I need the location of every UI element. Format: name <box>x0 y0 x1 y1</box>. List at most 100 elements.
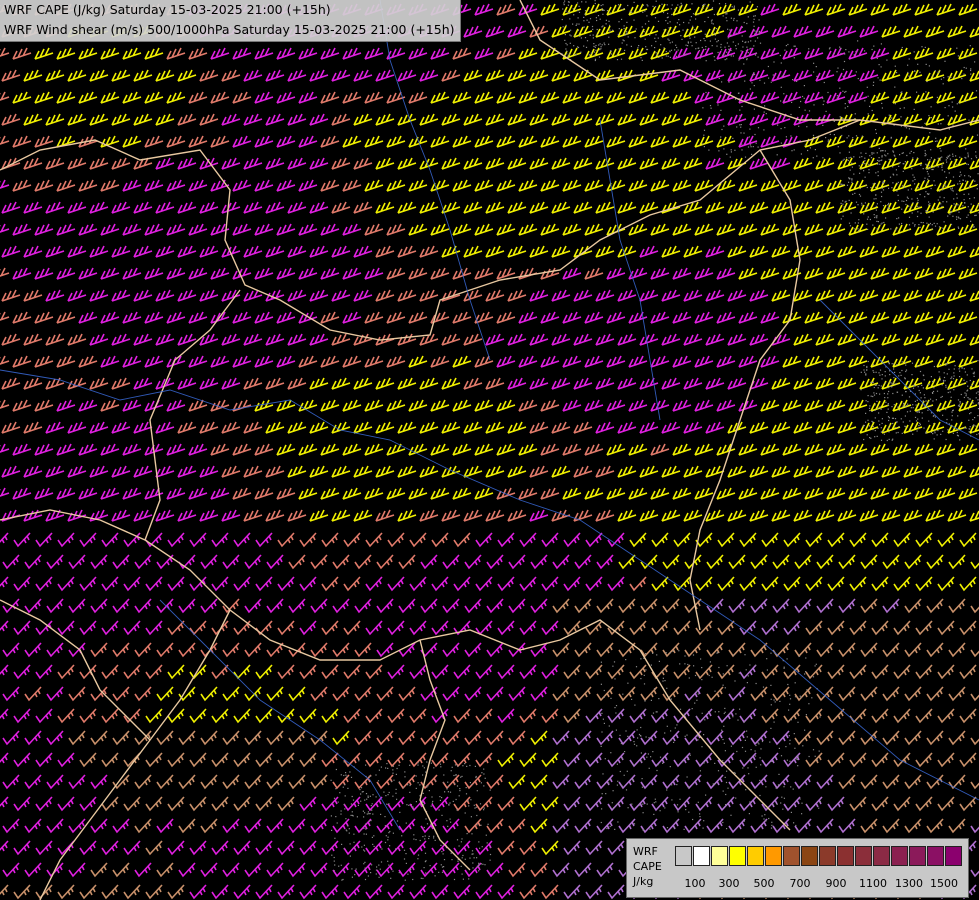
terrain-dot <box>900 116 902 118</box>
wind-barb <box>606 91 626 104</box>
wind-barb <box>100 311 120 324</box>
wind-barb <box>750 730 768 746</box>
wind-barb <box>453 884 471 900</box>
terrain-dot <box>752 21 755 23</box>
wind-barb <box>738 267 758 280</box>
wind-barb <box>276 135 296 148</box>
wind-barb <box>332 554 350 570</box>
wind-barb <box>277 840 295 856</box>
wind-barb <box>79 576 97 592</box>
terrain-dot <box>770 81 772 83</box>
wind-barb <box>320 267 340 280</box>
terrain-dot <box>450 770 452 772</box>
terrain-dot <box>666 827 669 829</box>
wind-barb <box>859 509 879 522</box>
wind-barb <box>167 532 185 548</box>
wind-barb <box>309 421 329 434</box>
terrain-dot <box>415 801 417 803</box>
terrain-dot <box>716 45 718 47</box>
wind-barb <box>672 399 692 412</box>
wind-barb <box>100 135 120 148</box>
wind-barb <box>639 69 659 82</box>
terrain-dot <box>676 22 678 24</box>
terrain-dot <box>373 845 375 847</box>
wind-barb <box>23 201 43 214</box>
terrain-dot <box>435 780 437 782</box>
wind-barb <box>497 576 515 592</box>
terrain-dot <box>939 196 941 198</box>
terrain-dot <box>425 818 427 820</box>
wind-barb <box>133 509 153 522</box>
terrain-dot <box>967 154 969 156</box>
terrain-dot <box>851 144 853 146</box>
terrain-dot <box>388 864 390 866</box>
wind-barb <box>948 818 966 834</box>
terrain-dot <box>755 142 757 144</box>
wind-barb <box>111 201 131 214</box>
wind-barb <box>12 487 32 500</box>
wind-barb <box>145 752 163 768</box>
wind-barb <box>959 664 977 680</box>
wind-barb <box>804 399 824 412</box>
terrain-dot <box>668 27 670 29</box>
terrain-dot <box>802 745 804 747</box>
terrain-dot <box>471 784 473 786</box>
terrain-dot <box>953 375 955 377</box>
terrain-dot <box>790 811 792 813</box>
terrain-dot <box>586 40 589 42</box>
terrain-dot <box>665 20 667 22</box>
wind-barb <box>199 465 219 478</box>
terrain-dot <box>469 782 471 784</box>
terrain-dot <box>885 217 887 219</box>
wind-barb <box>199 113 219 126</box>
wind-barb <box>507 377 527 390</box>
terrain-dot <box>748 813 750 815</box>
terrain-dot <box>871 153 873 155</box>
terrain-dot <box>696 735 699 737</box>
terrain-dot <box>467 800 469 802</box>
terrain-dot <box>415 775 417 777</box>
terrain-dot <box>907 189 909 191</box>
wind-barb <box>320 135 340 148</box>
terrain-dot <box>755 744 757 747</box>
terrain-dot <box>476 824 478 826</box>
wind-barb <box>705 113 725 126</box>
terrain-dot <box>745 789 747 791</box>
terrain-dot <box>797 721 799 723</box>
terrain-dot <box>699 731 701 733</box>
terrain-dot <box>901 432 903 434</box>
terrain-dot <box>669 21 671 23</box>
wind-barb <box>111 289 131 302</box>
wind-barb <box>232 443 252 456</box>
terrain-dot <box>440 864 442 866</box>
wind-barb <box>728 598 746 614</box>
wind-barb <box>430 487 450 500</box>
terrain-dot <box>637 47 639 49</box>
terrain-dot <box>468 805 470 807</box>
wind-barb <box>936 223 956 236</box>
terrain-dot <box>627 735 629 737</box>
wind-barb <box>672 91 692 104</box>
terrain-dot <box>565 10 567 12</box>
wind-barb <box>189 708 207 724</box>
terrain-dot <box>578 23 580 25</box>
terrain-dot <box>869 155 871 157</box>
terrain-dot <box>953 198 955 200</box>
terrain-dot <box>974 417 976 419</box>
terrain-dot <box>471 850 474 852</box>
terrain-dot <box>846 137 848 139</box>
wind-barb <box>354 642 372 658</box>
terrain-dot <box>388 832 390 834</box>
terrain-dot <box>401 835 403 837</box>
map-canvas[interactable] <box>0 0 979 900</box>
wind-barb <box>815 377 835 390</box>
terrain-dot <box>744 80 746 82</box>
terrain-dot <box>670 49 673 51</box>
terrain-dot <box>941 169 943 171</box>
wind-barb <box>89 245 109 258</box>
wind-barb <box>78 443 98 456</box>
terrain-dot <box>724 776 726 778</box>
terrain-dot <box>844 53 846 55</box>
terrain-dot <box>396 767 398 770</box>
wind-barb <box>683 289 703 302</box>
